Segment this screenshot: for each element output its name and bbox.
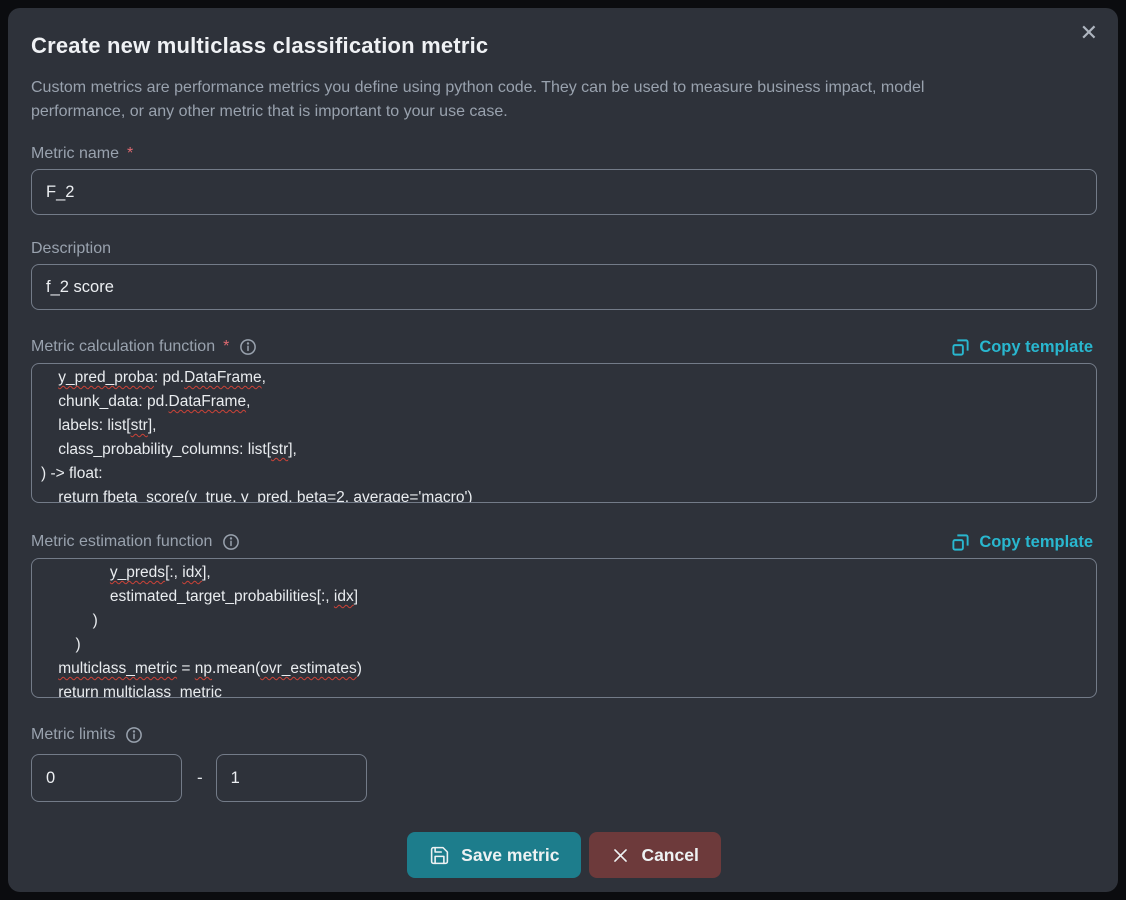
save-metric-button[interactable]: Save metric <box>407 832 581 878</box>
copy-template-label: Copy template <box>979 533 1093 552</box>
close-icon[interactable]: ✕ <box>1076 20 1102 46</box>
copy-template-button[interactable]: Copy template <box>951 533 1093 552</box>
code-line: estimated_target_probabilities[:, idx] <box>41 585 1087 609</box>
cancel-label: Cancel <box>641 845 698 866</box>
required-asterisk: * <box>127 145 133 163</box>
code-line: ) <box>41 633 1087 657</box>
cancel-x-icon <box>611 846 630 865</box>
save-icon <box>429 845 450 866</box>
modal-actions: Save metric Cancel <box>31 832 1097 878</box>
modal-subtitle: Custom metrics are performance metrics y… <box>31 76 966 124</box>
code-line: labels: list[str], <box>41 414 1087 438</box>
metric-limits-label: Metric limits <box>31 726 115 744</box>
code-line: ) <box>41 609 1087 633</box>
calc-function-editor[interactable]: y_pred_proba: pd.DataFrame, chunk_data: … <box>31 363 1097 503</box>
code-line: class_probability_columns: list[str], <box>41 438 1087 462</box>
copy-icon <box>951 338 970 357</box>
calc-function-header: Metric calculation function * Copy templ… <box>31 336 1097 358</box>
upper-limit-input[interactable] <box>216 754 367 802</box>
est-function-label: Metric estimation function <box>31 533 212 551</box>
calc-function-label: Metric calculation function <box>31 338 215 356</box>
est-function-header: Metric estimation function Copy template <box>31 531 1097 553</box>
copy-icon <box>951 533 970 552</box>
description-input[interactable] <box>31 264 1097 310</box>
info-icon[interactable] <box>222 533 240 551</box>
metric-limits-row: - <box>31 754 1097 802</box>
lower-limit-input[interactable] <box>31 754 182 802</box>
save-metric-label: Save metric <box>461 845 559 866</box>
cancel-button[interactable]: Cancel <box>589 832 720 878</box>
copy-template-label: Copy template <box>979 338 1093 357</box>
code-line: multiclass_metric = np.mean(ovr_estimate… <box>41 657 1087 681</box>
info-icon[interactable] <box>125 726 143 744</box>
create-metric-modal: ✕ Create new multiclass classification m… <box>8 8 1118 892</box>
code-line: chunk_data: pd.DataFrame, <box>41 390 1087 414</box>
required-asterisk: * <box>223 338 229 356</box>
code-line: ) -> float: <box>41 462 1087 486</box>
metric-name-input[interactable] <box>31 169 1097 215</box>
description-label: Description <box>31 238 1097 260</box>
code-line: y_pred_proba: pd.DataFrame, <box>41 366 1087 390</box>
limits-separator: - <box>197 768 203 788</box>
info-icon[interactable] <box>239 338 257 356</box>
est-function-editor[interactable]: y_preds[:, idx], estimated_target_probab… <box>31 558 1097 698</box>
modal-title: Create new multiclass classification met… <box>31 34 1097 58</box>
description-label-text: Description <box>31 240 111 258</box>
metric-name-label: Metric name * <box>31 143 1097 165</box>
code-line: return multiclass_metric <box>41 681 1087 698</box>
metric-limits-header: Metric limits <box>31 724 1097 746</box>
copy-template-button[interactable]: Copy template <box>951 338 1093 357</box>
code-line: y_preds[:, idx], <box>41 561 1087 585</box>
code-line: return fbeta_score(y_true, y_pred, beta=… <box>41 486 1087 503</box>
metric-name-label-text: Metric name <box>31 145 119 163</box>
